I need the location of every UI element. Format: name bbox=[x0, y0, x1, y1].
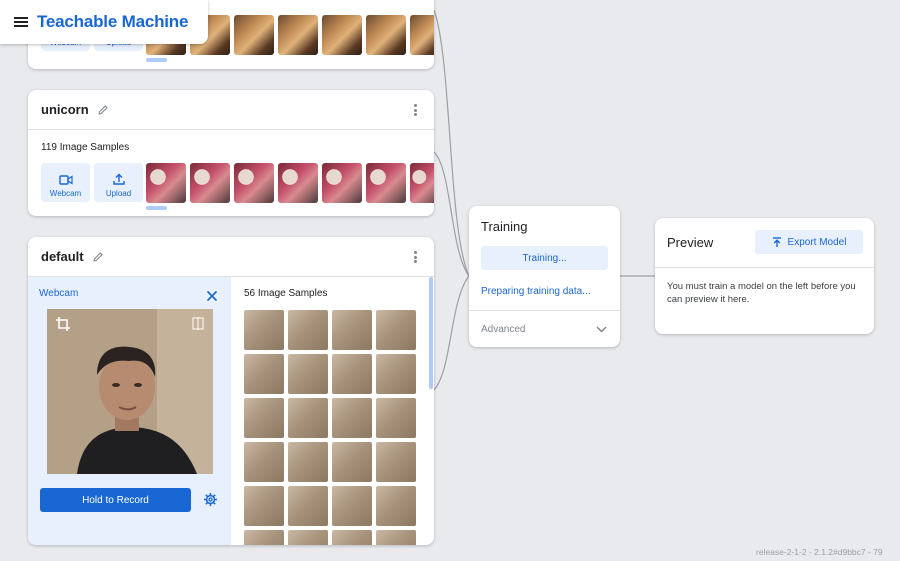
sample-thumbnail[interactable] bbox=[278, 163, 318, 203]
sample-thumbnail[interactable] bbox=[234, 15, 274, 55]
preview-message: You must train a model on the left befor… bbox=[667, 281, 856, 305]
sample-thumbnail[interactable] bbox=[190, 163, 230, 203]
thumbnail-scroll-indicator[interactable] bbox=[146, 58, 167, 62]
class-card-header: unicorn bbox=[28, 90, 434, 130]
sample-thumbnail[interactable] bbox=[332, 442, 372, 482]
sample-count: 56 Image Samples bbox=[244, 288, 328, 299]
preview-title: Preview bbox=[667, 235, 714, 250]
sample-thumbnail[interactable] bbox=[376, 442, 416, 482]
sample-count: 119 Image Samples bbox=[41, 142, 130, 153]
edit-pencil-icon[interactable] bbox=[97, 104, 109, 116]
sample-thumbnail[interactable] bbox=[410, 163, 434, 203]
sample-thumbnail[interactable] bbox=[332, 530, 372, 545]
training-card: Training Training... Preparing training … bbox=[469, 206, 620, 347]
export-upload-icon bbox=[772, 236, 781, 247]
samples-panel: 56 Image Samples bbox=[231, 277, 434, 545]
sample-thumbnail[interactable] bbox=[376, 530, 416, 545]
class-card-header: default bbox=[28, 237, 434, 277]
sample-thumbnail[interactable] bbox=[288, 398, 328, 438]
sample-thumbnail[interactable] bbox=[376, 354, 416, 394]
gear-icon[interactable] bbox=[203, 492, 218, 507]
version-label: release-2-1-2 - 2.1.2#d9bbc7 - 79 bbox=[756, 547, 883, 557]
advanced-label: Advanced bbox=[481, 324, 526, 335]
webcam-source-button[interactable]: Webcam bbox=[41, 163, 90, 202]
app-title: Teachable Machine bbox=[37, 12, 189, 31]
class-card-default: default Webcam Hold to Record 56 Image S… bbox=[28, 237, 434, 545]
sample-thumbnail[interactable] bbox=[288, 310, 328, 350]
sample-thumbnail[interactable] bbox=[278, 15, 318, 55]
sample-thumbnail[interactable] bbox=[322, 15, 362, 55]
crop-icon[interactable] bbox=[56, 317, 70, 331]
webcam-button-label: Webcam bbox=[49, 189, 82, 198]
upload-button-label: Upload bbox=[105, 189, 132, 198]
export-model-button[interactable]: Export Model bbox=[755, 230, 863, 254]
sample-thumbnail[interactable] bbox=[332, 486, 372, 526]
sample-thumbnail[interactable] bbox=[244, 486, 284, 526]
sample-thumbnail[interactable] bbox=[376, 310, 416, 350]
sample-thumbnail[interactable] bbox=[366, 15, 406, 55]
sample-thumbnail[interactable] bbox=[244, 310, 284, 350]
sample-thumbnail[interactable] bbox=[288, 486, 328, 526]
upload-icon bbox=[112, 173, 125, 185]
sample-thumbnail[interactable] bbox=[288, 530, 328, 545]
hamburger-menu-icon[interactable] bbox=[14, 17, 28, 27]
sample-thumbnail[interactable] bbox=[234, 163, 274, 203]
sample-thumbnail[interactable] bbox=[376, 486, 416, 526]
video-camera-icon bbox=[58, 175, 73, 185]
samples-scrollbar[interactable] bbox=[429, 277, 433, 389]
sample-thumbnail[interactable] bbox=[288, 442, 328, 482]
upload-source-button[interactable]: Upload bbox=[94, 163, 143, 202]
app-bar: Teachable Machine bbox=[0, 0, 208, 44]
sample-thumbnail[interactable] bbox=[332, 354, 372, 394]
class-card-unicorn: unicorn 119 Image Samples Webcam Upload bbox=[28, 90, 434, 216]
class-name[interactable]: default bbox=[41, 249, 84, 264]
advanced-toggle[interactable]: Advanced bbox=[469, 311, 620, 347]
flip-camera-icon[interactable] bbox=[192, 317, 204, 330]
webcam-panel-title: Webcam bbox=[39, 288, 79, 299]
sample-thumbnail[interactable] bbox=[366, 163, 406, 203]
sample-thumbnail[interactable] bbox=[410, 15, 434, 55]
edit-pencil-icon[interactable] bbox=[92, 251, 104, 263]
chevron-down-icon bbox=[596, 326, 607, 333]
webcam-person-image bbox=[47, 309, 213, 474]
training-status: Preparing training data... bbox=[481, 286, 591, 297]
training-button[interactable]: Training... bbox=[481, 246, 608, 270]
sample-thumbnail[interactable] bbox=[244, 442, 284, 482]
preview-header: Preview Export Model bbox=[655, 218, 874, 268]
training-title: Training bbox=[481, 219, 528, 234]
thumbnail-scroll-indicator[interactable] bbox=[146, 206, 167, 210]
sample-thumbnail[interactable] bbox=[322, 163, 362, 203]
sample-thumbnail[interactable] bbox=[146, 163, 186, 203]
more-options-icon[interactable] bbox=[414, 251, 417, 263]
sample-thumbnail[interactable] bbox=[244, 398, 284, 438]
webcam-panel: Webcam Hold to Record bbox=[28, 277, 231, 545]
hold-to-record-button[interactable]: Hold to Record bbox=[40, 488, 191, 512]
sample-thumbnail[interactable] bbox=[332, 310, 372, 350]
sample-thumbnail[interactable] bbox=[288, 354, 328, 394]
export-model-label: Export Model bbox=[787, 236, 847, 248]
sample-thumbnail[interactable] bbox=[376, 398, 416, 438]
sample-thumbnails bbox=[146, 163, 434, 203]
close-icon[interactable] bbox=[206, 290, 218, 302]
sample-thumbnail[interactable] bbox=[332, 398, 372, 438]
sample-thumbnail[interactable] bbox=[244, 530, 284, 545]
sample-grid bbox=[244, 310, 416, 545]
more-options-icon[interactable] bbox=[414, 104, 417, 116]
class-name[interactable]: unicorn bbox=[41, 102, 89, 117]
sample-thumbnail[interactable] bbox=[244, 354, 284, 394]
webcam-video-feed bbox=[47, 309, 213, 474]
preview-card: Preview Export Model You must train a mo… bbox=[655, 218, 874, 334]
